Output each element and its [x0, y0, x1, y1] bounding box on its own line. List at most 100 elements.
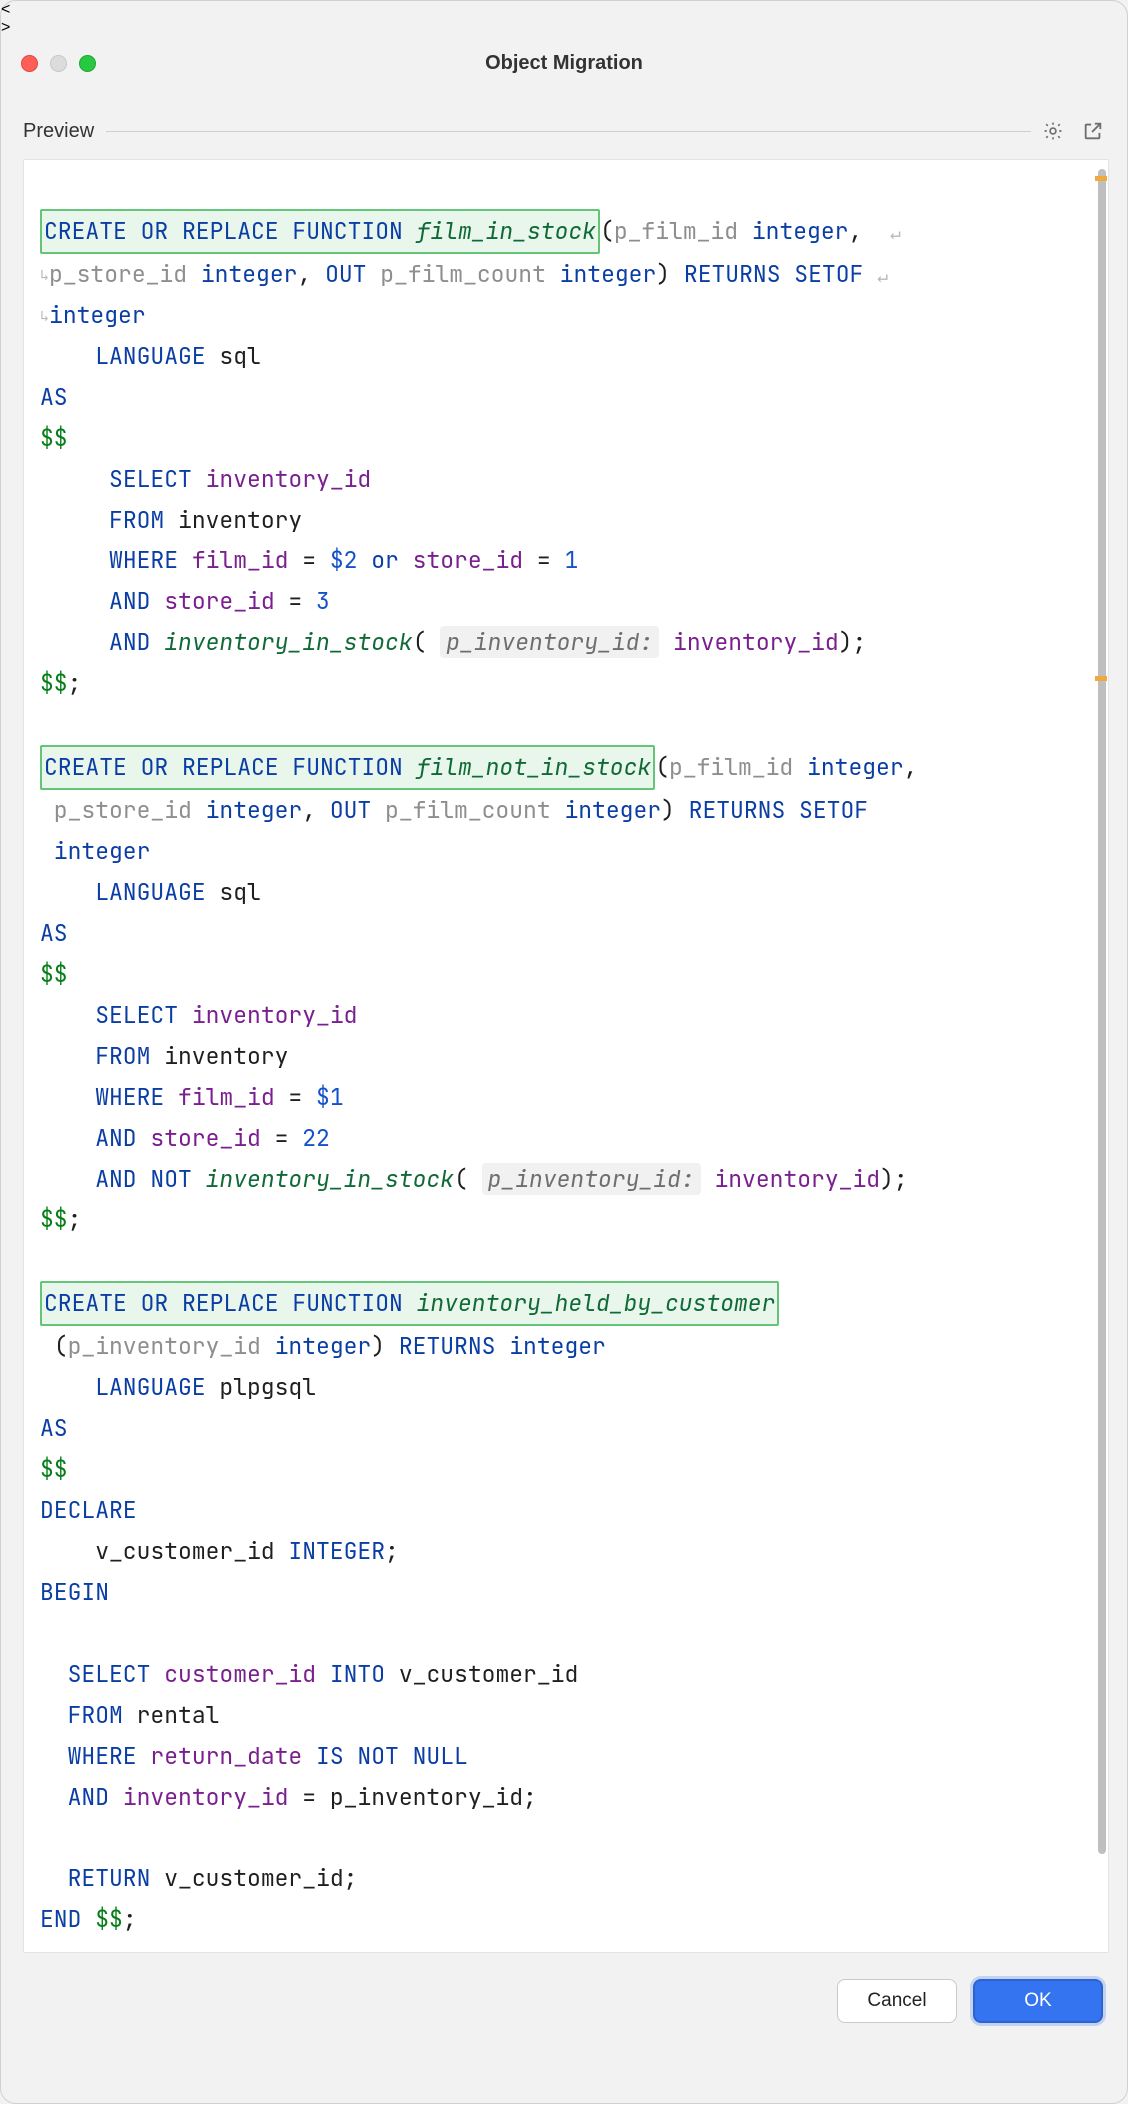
code-token: v_customer_id	[385, 1659, 578, 1689]
code-keyword: AS	[40, 382, 68, 412]
code-keyword: OUT	[325, 259, 366, 289]
code-type: integer	[201, 259, 298, 289]
ok-button-label: OK	[1024, 1990, 1051, 2012]
code-identifier: film_id	[164, 1082, 274, 1112]
code-type: integer	[40, 836, 150, 866]
code-token: )	[371, 1331, 399, 1361]
code-token: ;	[123, 1904, 137, 1934]
code-identifier: customer_id	[150, 1659, 316, 1689]
code-token: =	[261, 1123, 302, 1153]
code-token: =	[288, 1782, 329, 1812]
inlay-hint: p_inventory_id:	[446, 627, 653, 657]
code-token: =	[288, 545, 329, 575]
code-token: ;	[385, 1536, 399, 1566]
code-identifier: inventory_id	[659, 627, 838, 657]
code-type: INTEGER	[288, 1536, 385, 1566]
code-function-call: inventory_in_stock	[192, 1164, 454, 1194]
code-param: p_film_id	[669, 752, 807, 782]
code-param: p_inventory_id	[68, 1331, 275, 1361]
code-token: inventory	[150, 1041, 288, 1071]
gear-icon[interactable]	[1041, 119, 1065, 143]
code-token: =	[275, 1082, 316, 1112]
code-keyword: IS NOT NULL	[302, 1741, 468, 1771]
code-identifier: store_id	[137, 1123, 261, 1153]
code-identifier: store_id	[150, 586, 274, 616]
warning-marker[interactable]	[1095, 676, 1107, 681]
code-keyword: AND	[95, 1123, 136, 1153]
code-token: ,	[297, 259, 325, 289]
code-keyword: FROM	[68, 1700, 123, 1730]
code-identifier: return_date	[137, 1741, 303, 1771]
code-identifier: inventory_id	[178, 1000, 357, 1030]
code-keyword: FROM	[95, 1041, 150, 1071]
code-dollar-quote: $$	[40, 959, 68, 989]
code-token: )	[661, 795, 689, 825]
header-divider	[106, 131, 1031, 132]
code-number: 1	[564, 545, 578, 575]
code-keyword: INTO	[316, 1659, 385, 1689]
code-type: integer	[495, 1331, 605, 1361]
code-dollar-quote: $$	[40, 668, 68, 698]
code-token: (	[413, 627, 441, 657]
cancel-button-label: Cancel	[867, 1990, 926, 2012]
code-token: sql	[206, 341, 261, 371]
code-keyword: DECLARE	[40, 1495, 137, 1525]
code-keyword: WHERE	[109, 545, 178, 575]
maximize-window-button[interactable]	[79, 55, 96, 72]
code-type: integer	[49, 300, 146, 330]
wrap-indent-icon: ↳	[40, 306, 49, 326]
code-dollar-quote: $$	[81, 1904, 122, 1934]
code-token: (	[655, 752, 669, 782]
code-token: );	[839, 627, 867, 657]
code-keyword: RETURNS SETOF	[684, 259, 877, 289]
code-keyword: RETURNS SETOF	[689, 795, 868, 825]
vertical-scrollbar[interactable]	[1094, 160, 1108, 1952]
code-keyword: LANGUAGE	[95, 1372, 205, 1402]
code-identifier: film_id	[178, 545, 288, 575]
minimize-window-button[interactable]	[50, 55, 67, 72]
code-token: rental	[123, 1700, 220, 1730]
preview-label: Preview	[23, 120, 94, 143]
code-token: v_customer_id;	[150, 1863, 357, 1893]
sql-preview-editor[interactable]: CREATE OR REPLACE FUNCTION film_in_stock…	[23, 159, 1109, 1953]
close-window-button[interactable]	[21, 55, 38, 72]
scrollbar-thumb[interactable]	[1098, 169, 1106, 1854]
code-param: p_store_id	[40, 795, 206, 825]
code-keyword: AND	[109, 627, 150, 657]
code-function-name: inventory_held_by_customer	[417, 1288, 776, 1318]
code-keyword: SELECT	[95, 1000, 178, 1030]
code-keyword: or	[357, 545, 412, 575]
open-external-icon[interactable]	[1081, 119, 1105, 143]
code-param: p_film_id	[614, 216, 752, 246]
code-type: integer	[206, 795, 303, 825]
cancel-button[interactable]: Cancel	[837, 1979, 957, 2023]
code-token: CREATE OR REPLACE FUNCTION	[44, 216, 417, 246]
code-type: integer	[564, 795, 661, 825]
code-function-name: film_in_stock	[417, 216, 596, 246]
code-keyword: LANGUAGE	[95, 877, 205, 907]
code-keyword: AS	[40, 918, 68, 948]
code-token: p_inventory_id;	[330, 1782, 537, 1812]
code-number: $2	[330, 545, 358, 575]
code-keyword: OUT	[330, 795, 371, 825]
code-token: =	[523, 545, 564, 575]
code-keyword: END	[40, 1904, 81, 1934]
ok-button[interactable]: OK	[973, 1979, 1103, 2023]
code-keyword: LANGUAGE	[95, 341, 205, 371]
code-type: integer	[275, 1331, 372, 1361]
code-number: $1	[316, 1082, 344, 1112]
window-title: Object Migration	[1, 52, 1127, 75]
soft-wrap-icon: ↵	[877, 265, 888, 288]
code-token: );	[880, 1164, 908, 1194]
code-dollar-quote: $$	[40, 1204, 68, 1234]
code-type: integer	[560, 259, 657, 289]
code-keyword: WHERE	[68, 1741, 137, 1771]
code-token: ,	[848, 216, 876, 246]
code-token: (	[40, 1331, 68, 1361]
warning-marker[interactable]	[1095, 176, 1107, 181]
code-token: =	[275, 586, 316, 616]
code-keyword: AS	[40, 1413, 68, 1443]
code-identifier: store_id	[413, 545, 523, 575]
code-keyword: AND	[68, 1782, 109, 1812]
preview-section-header: Preview	[1, 113, 1127, 149]
